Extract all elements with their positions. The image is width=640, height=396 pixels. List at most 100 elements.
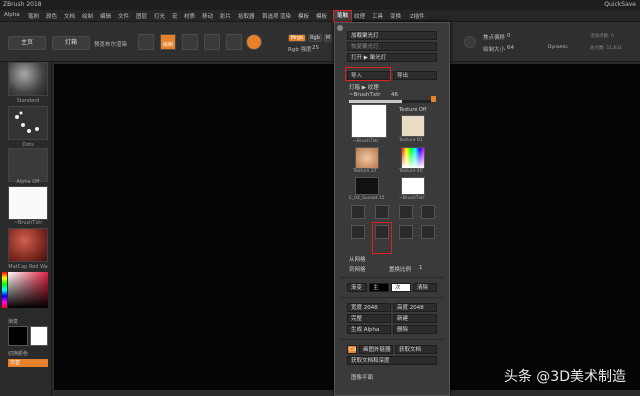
menu-material[interactable]: 材质 (184, 12, 195, 20)
matcap-thumb[interactable] (8, 228, 48, 262)
menu-layer[interactable]: 图层 (136, 12, 147, 20)
image-plane-button[interactable]: 图像平面 (351, 373, 373, 381)
preview-render-label[interactable]: 预览布尔渲染 (94, 40, 127, 48)
menu-light[interactable]: 灯光 (154, 12, 165, 20)
secondary-color-swatch[interactable] (30, 326, 48, 346)
height-field[interactable]: 高度 2048 (393, 303, 437, 312)
texture-27-thumb[interactable] (355, 147, 379, 169)
rgb-intensity-label[interactable]: Rgb 强度 (288, 45, 312, 53)
menu-file[interactable]: 文件 (118, 12, 129, 20)
open-spotlight-button[interactable]: 打开 ▶ 聚光灯 (347, 53, 437, 62)
rgb-button[interactable]: Rgb (308, 34, 322, 42)
panel-close-icon[interactable] (337, 25, 343, 31)
brushtxtr-thumb[interactable] (351, 104, 387, 138)
home-button[interactable]: 主页 (8, 36, 46, 50)
env-sunset-thumb[interactable] (355, 177, 379, 195)
watermark: 头条 @3D美术制造 (503, 369, 626, 385)
full-button[interactable]: 完整 (347, 314, 391, 323)
texture-01-thumb[interactable] (401, 115, 425, 137)
rotate-icon[interactable] (399, 205, 413, 219)
menu-texture[interactable]: 笔触 (333, 10, 353, 22)
main-color-button[interactable]: 主 (369, 283, 389, 292)
menu-edit[interactable]: 编辑 (100, 12, 111, 20)
flip-v-icon[interactable] (375, 205, 389, 219)
menu-macro[interactable]: 宏 (172, 12, 178, 20)
adjust-ratio-label[interactable]: 置换比例 (389, 265, 411, 273)
alpha-off-thumb[interactable] (8, 148, 48, 182)
cd-button[interactable]: Cd (347, 345, 357, 354)
m-button[interactable]: M (324, 34, 332, 42)
get-document-depth-button[interactable]: 获取文档和深度 (347, 356, 437, 365)
flip-h-icon[interactable] (351, 205, 365, 219)
menu-color[interactable]: 颜色 (46, 12, 57, 20)
brushtxtr2-thumb[interactable] (401, 177, 425, 195)
restore-spotlight-button[interactable]: 恢复聚光灯 (347, 42, 437, 51)
texture-brushtxtr-thumb[interactable] (8, 186, 48, 220)
document-canvas-right[interactable] (450, 64, 640, 390)
focal-shift-label[interactable]: 焦点偏移 (483, 33, 505, 41)
from-mesh-button[interactable]: 从网格 (349, 255, 366, 263)
adjust-ratio-value[interactable]: 1 (419, 265, 423, 271)
new-texture-button[interactable]: 新建 (393, 314, 437, 323)
switch-color-button[interactable]: 切换颜色 (8, 350, 28, 357)
dynamic-button[interactable]: Dynamic (548, 45, 568, 50)
focal-shift-value[interactable]: 0 (507, 33, 511, 39)
menu-draw[interactable]: 绘制 (82, 12, 93, 20)
menu-transform[interactable]: 工具 (372, 12, 383, 20)
crop-icon[interactable] (421, 225, 435, 239)
grayscale-icon[interactable] (351, 225, 365, 239)
draw-size-label[interactable]: 绘制大小 (483, 45, 505, 53)
to-mesh-button[interactable]: 到网格 (349, 265, 366, 273)
lightbox-texture-button[interactable]: 灯箱 ▶ 纹理 (349, 83, 379, 91)
clear-button[interactable]: 清除 (413, 283, 437, 292)
export-button[interactable]: 导出 (393, 71, 437, 80)
load-spotlight-button[interactable]: 加载聚光灯 (347, 31, 437, 40)
quicksave-button[interactable]: QuickSave (604, 1, 636, 8)
alternate-button[interactable]: 交替 (8, 359, 48, 367)
menu-movie[interactable]: 移动 (202, 12, 213, 20)
new-icon[interactable] (399, 225, 413, 239)
rotate-icon[interactable] (226, 34, 242, 50)
focal-icon (464, 36, 476, 48)
width-field[interactable]: 宽度 2048 (347, 303, 391, 312)
menu-alpha[interactable]: Alpha (4, 12, 20, 18)
menu-tool[interactable]: 纹理 (354, 12, 365, 20)
texture-40-thumb[interactable] (401, 147, 425, 169)
scale-icon[interactable] (204, 34, 220, 50)
gradient-button[interactable]: 渐变 (347, 283, 367, 292)
remove-button[interactable]: 删除 (393, 325, 437, 334)
menu-stencil[interactable]: 渲染 (280, 12, 291, 20)
hue-slider[interactable] (2, 272, 7, 308)
menu-render[interactable]: 首选项 (262, 12, 279, 20)
menu-brush[interactable]: 笔刷 (28, 12, 39, 20)
menu-document[interactable]: 文档 (64, 12, 75, 20)
menu-zscript[interactable]: Z插件 (410, 12, 425, 20)
main-color-swatch[interactable] (8, 326, 28, 346)
mrgb-button[interactable]: Mrgb (288, 34, 306, 42)
brush-standard-thumb[interactable] (8, 62, 48, 96)
edit-icon[interactable] (138, 34, 154, 50)
document-canvas[interactable] (54, 64, 334, 390)
draw-label: 绘制 (162, 42, 173, 48)
get-document-button[interactable]: 获取文档 (395, 345, 437, 354)
make-alpha-button[interactable]: 生成 Alpha (347, 325, 391, 334)
image-editor-button[interactable]: 画图外链器 (359, 345, 393, 354)
gradient-label[interactable]: 渐变 (8, 318, 18, 325)
menu-zplugin[interactable]: 变换 (390, 12, 401, 20)
invert-icon[interactable] (421, 205, 435, 219)
draw-size-value[interactable]: 64 (507, 45, 514, 51)
color-picker[interactable] (8, 272, 48, 308)
material-sphere-icon[interactable] (246, 34, 262, 50)
brushtxtr-slider[interactable] (349, 100, 431, 103)
draw-button[interactable]: 绘制 (160, 34, 176, 50)
slider-handle-icon[interactable] (431, 96, 436, 102)
rgb-intensity-value[interactable]: 25 (312, 45, 319, 51)
secondary-color-button[interactable]: 次 (391, 283, 411, 292)
move-icon[interactable] (182, 34, 198, 50)
menu-picker[interactable]: 影片 (220, 12, 231, 20)
menu-preferences[interactable]: 拾取器 (238, 12, 255, 20)
lightbox-button[interactable]: 灯箱 (52, 36, 90, 50)
menu-texture-dim[interactable]: 模板 (316, 12, 327, 20)
menu-stroke[interactable]: 模板 (298, 12, 309, 20)
stroke-dots-thumb[interactable] (8, 106, 48, 140)
